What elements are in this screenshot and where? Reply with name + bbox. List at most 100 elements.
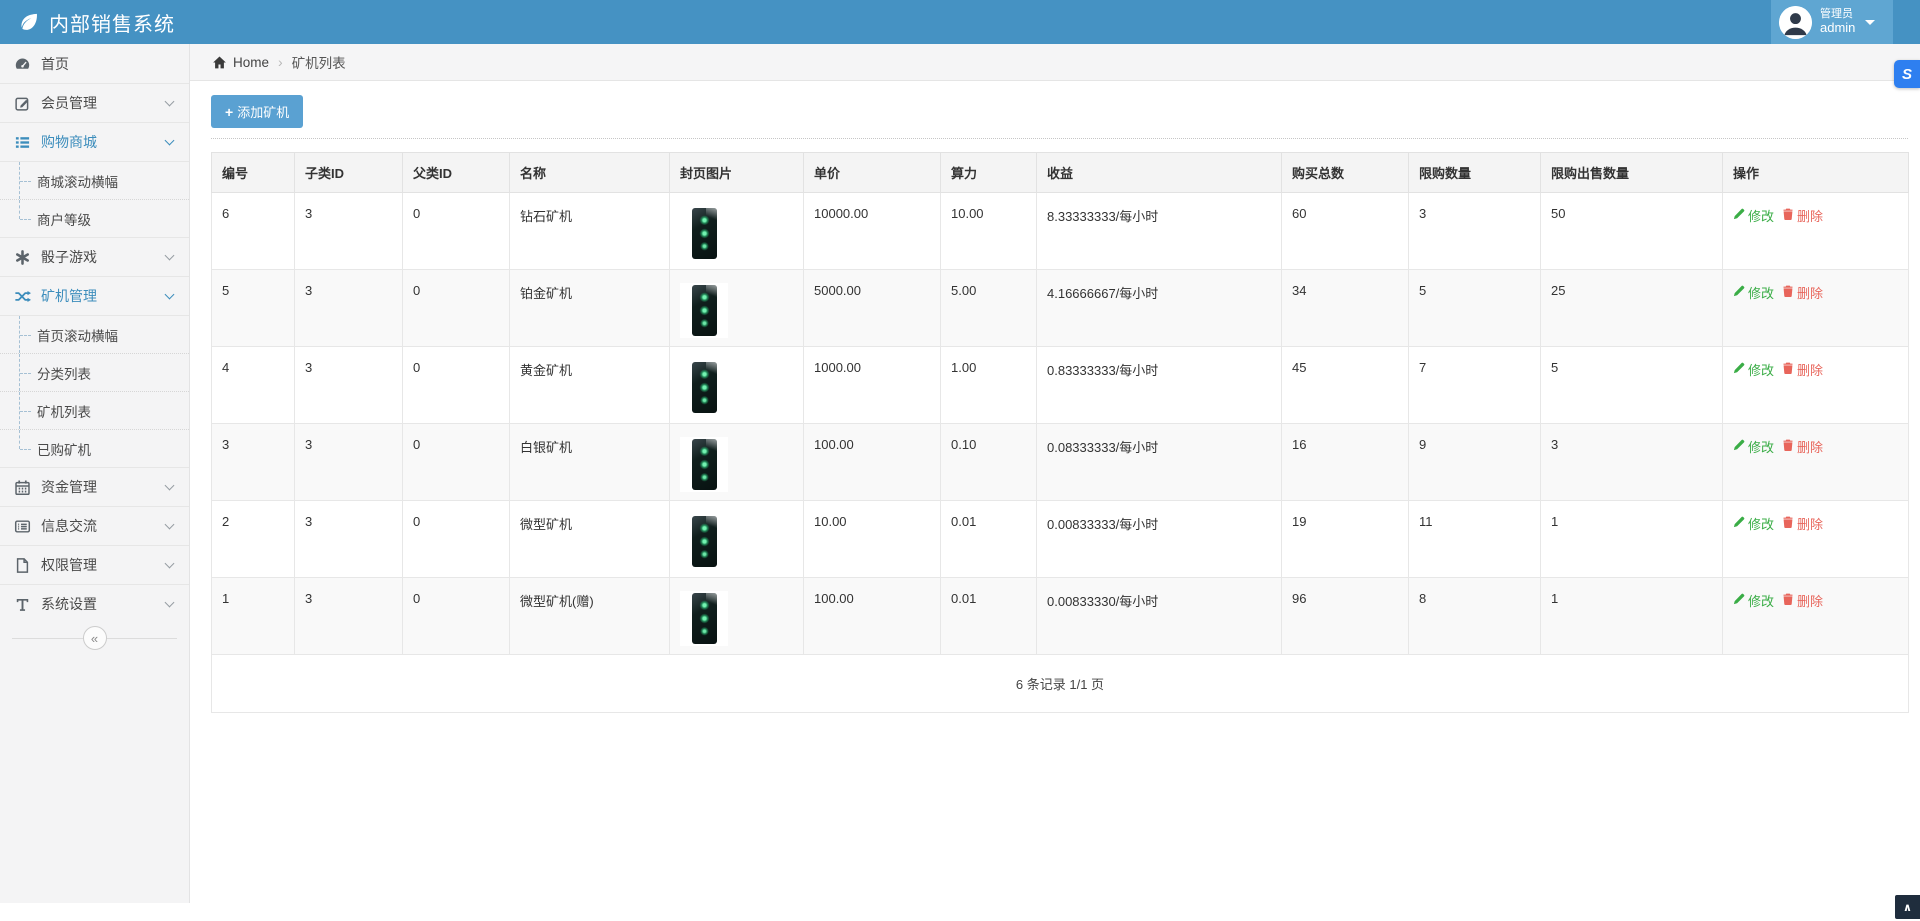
column-header: 算力	[941, 153, 1037, 193]
sidebar-subitem[interactable]: 矿机列表	[0, 391, 189, 429]
cell-sub_id: 3	[295, 347, 403, 424]
pencil-icon	[1733, 593, 1745, 608]
sidebar-item-label: 首页	[41, 54, 69, 74]
cell-power: 0.01	[941, 501, 1037, 578]
cell-total: 45	[1282, 347, 1409, 424]
sidebar-subitem[interactable]: 已购矿机	[0, 429, 189, 467]
edit-link[interactable]: 修改	[1733, 514, 1774, 533]
sidebar-collapse-row: «	[0, 623, 189, 653]
actions-cell: 修改删除	[1723, 270, 1909, 347]
shuffle-icon	[14, 288, 31, 305]
record-count: 6 条记录 1/1 页	[212, 655, 1909, 713]
cell-income: 0.83333333/每小时	[1037, 347, 1282, 424]
column-header: 限购数量	[1409, 153, 1541, 193]
column-header: 名称	[510, 153, 670, 193]
cell-sell_limit: 1	[1541, 578, 1723, 655]
cell-sub_id: 3	[295, 501, 403, 578]
asterisk-icon	[14, 249, 31, 266]
column-header: 单价	[804, 153, 941, 193]
sidebar-subitem[interactable]: 商城滚动横幅	[0, 161, 189, 199]
browser-extension-badge[interactable]: S	[1894, 60, 1920, 88]
delete-link[interactable]: 删除	[1782, 206, 1823, 225]
cell-limit: 7	[1409, 347, 1541, 424]
breadcrumb-home[interactable]: Home	[233, 55, 269, 70]
miner-image	[680, 437, 728, 492]
chevron-down-icon	[165, 97, 175, 107]
cell-price: 1000.00	[804, 347, 941, 424]
user-menu[interactable]: 管理员 admin	[1771, 0, 1893, 44]
miner-phone-graphic	[692, 593, 717, 644]
chevron-down-icon	[165, 251, 175, 261]
sidebar-subitem[interactable]: 商户等级	[0, 199, 189, 237]
trash-icon	[1782, 439, 1794, 454]
sidebar-collapse-button[interactable]: «	[83, 626, 107, 650]
cell-income: 0.00833333/每小时	[1037, 501, 1282, 578]
cell-parent_id: 0	[403, 501, 510, 578]
cell-price: 100.00	[804, 424, 941, 501]
cell-total: 34	[1282, 270, 1409, 347]
cell-price: 10000.00	[804, 193, 941, 270]
brand: 内部销售系统	[0, 8, 175, 37]
cell-parent_id: 0	[403, 193, 510, 270]
delete-link[interactable]: 删除	[1782, 283, 1823, 302]
sidebar-item-label: 购物商城	[41, 132, 97, 152]
column-header: 收益	[1037, 153, 1282, 193]
tree-connector	[20, 181, 31, 182]
chevron-down-icon	[165, 290, 175, 300]
cell-id: 4	[212, 347, 295, 424]
scroll-to-top-button[interactable]: ∧	[1895, 895, 1920, 919]
sidebar-subitem[interactable]: 分类列表	[0, 353, 189, 391]
table-row: 230微型矿机10.000.010.00833333/每小时19111修改删除	[212, 501, 1909, 578]
chevron-up-icon: ∧	[1903, 901, 1912, 914]
column-header: 操作	[1723, 153, 1909, 193]
edit-link[interactable]: 修改	[1733, 206, 1774, 225]
tree-connector	[20, 449, 31, 450]
file-icon	[14, 557, 31, 574]
edit-link[interactable]: 修改	[1733, 283, 1774, 302]
delete-link[interactable]: 删除	[1782, 360, 1823, 379]
miner-table: 编号子类ID父类ID名称封页图片单价算力收益购买总数限购数量限购出售数量操作 6…	[211, 152, 1909, 713]
cell-sub_id: 3	[295, 424, 403, 501]
sidebar-item-label: 系统设置	[41, 594, 97, 614]
sidebar-item-label: 会员管理	[41, 93, 97, 113]
sidebar-item[interactable]: 系统设置	[0, 584, 189, 623]
column-header: 编号	[212, 153, 295, 193]
message-icon	[14, 518, 31, 535]
add-miner-button[interactable]: + 添加矿机	[211, 95, 303, 128]
cell-name: 黄金矿机	[510, 347, 670, 424]
sidebar-item[interactable]: 骰子游戏	[0, 237, 189, 276]
sidebar-item-label: 矿机管理	[41, 286, 97, 306]
cell-sell_limit: 1	[1541, 501, 1723, 578]
cell-sell_limit: 3	[1541, 424, 1723, 501]
sidebar-item[interactable]: 信息交流	[0, 506, 189, 545]
edit-link[interactable]: 修改	[1733, 360, 1774, 379]
list-icon	[14, 134, 31, 151]
chevron-down-icon	[165, 598, 175, 608]
tree-connector	[20, 219, 31, 220]
sidebar-item[interactable]: 权限管理	[0, 545, 189, 584]
cover-image-cell	[670, 501, 804, 578]
miner-phone-graphic	[692, 439, 717, 490]
sidebar-item[interactable]: 会员管理	[0, 83, 189, 122]
delete-link[interactable]: 删除	[1782, 437, 1823, 456]
sidebar-subitem-label: 已购矿机	[37, 439, 91, 459]
text-icon	[14, 596, 31, 613]
sidebar-item-label: 信息交流	[41, 516, 97, 536]
divider	[211, 138, 1908, 139]
edit-link[interactable]: 修改	[1733, 591, 1774, 610]
breadcrumb: Home › 矿机列表	[190, 44, 1920, 81]
dashboard-icon	[14, 55, 31, 72]
delete-link[interactable]: 删除	[1782, 591, 1823, 610]
sidebar-item[interactable]: 购物商城	[0, 122, 189, 161]
cell-name: 铂金矿机	[510, 270, 670, 347]
cell-id: 6	[212, 193, 295, 270]
delete-link[interactable]: 删除	[1782, 514, 1823, 533]
cell-total: 16	[1282, 424, 1409, 501]
sidebar-subitem[interactable]: 首页滚动横幅	[0, 315, 189, 353]
sidebar-item[interactable]: 首页	[0, 44, 189, 83]
table-row: 430黄金矿机1000.001.000.83333333/每小时4575修改删除	[212, 347, 1909, 424]
edit-link[interactable]: 修改	[1733, 437, 1774, 456]
cell-name: 钻石矿机	[510, 193, 670, 270]
sidebar-item[interactable]: 资金管理	[0, 467, 189, 506]
sidebar-item[interactable]: 矿机管理	[0, 276, 189, 315]
